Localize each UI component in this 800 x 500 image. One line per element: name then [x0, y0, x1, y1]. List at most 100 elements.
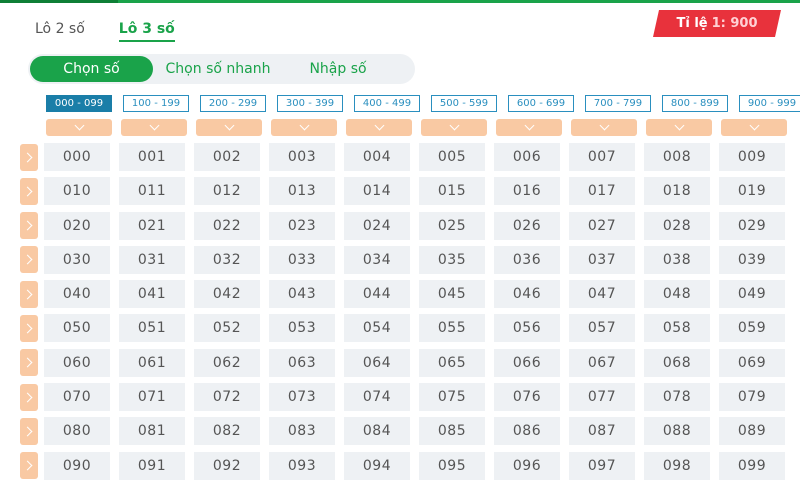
number-cell[interactable]: 016 — [494, 177, 560, 206]
number-cell[interactable]: 046 — [494, 280, 560, 309]
number-cell[interactable]: 005 — [419, 143, 485, 171]
number-cell[interactable]: 013 — [269, 177, 335, 206]
number-cell[interactable]: 040 — [44, 280, 110, 309]
number-cell[interactable]: 036 — [494, 245, 560, 274]
number-cell[interactable]: 087 — [569, 417, 635, 446]
range-button[interactable]: 800 - 899 — [662, 95, 728, 112]
number-cell[interactable]: 012 — [194, 177, 260, 206]
range-button[interactable]: 400 - 499 — [354, 95, 420, 112]
number-cell[interactable]: 078 — [644, 383, 710, 412]
number-cell[interactable]: 000 — [44, 143, 110, 171]
number-cell[interactable]: 049 — [719, 280, 785, 309]
number-cell[interactable]: 062 — [194, 348, 260, 377]
column-select-button[interactable] — [46, 119, 112, 136]
number-cell[interactable]: 035 — [419, 245, 485, 274]
row-select-button[interactable] — [20, 143, 38, 171]
tab-lo-3-so[interactable]: Lô 3 số — [118, 18, 175, 42]
number-cell[interactable]: 050 — [44, 314, 110, 343]
number-cell[interactable]: 086 — [494, 417, 560, 446]
tab-lo-2-so[interactable]: Lô 2 số — [35, 18, 85, 42]
number-cell[interactable]: 023 — [269, 211, 335, 240]
number-cell[interactable]: 069 — [719, 348, 785, 377]
number-cell[interactable]: 002 — [194, 143, 260, 171]
row-select-button[interactable] — [20, 383, 38, 411]
number-cell[interactable]: 031 — [119, 245, 185, 274]
number-cell[interactable]: 047 — [569, 280, 635, 309]
column-select-button[interactable] — [121, 119, 187, 136]
number-cell[interactable]: 034 — [344, 245, 410, 274]
number-cell[interactable]: 027 — [569, 211, 635, 240]
number-cell[interactable]: 081 — [119, 417, 185, 446]
number-cell[interactable]: 022 — [194, 211, 260, 240]
number-cell[interactable]: 018 — [644, 177, 710, 206]
number-cell[interactable]: 089 — [719, 417, 785, 446]
column-select-button[interactable] — [271, 119, 337, 136]
number-cell[interactable]: 065 — [419, 348, 485, 377]
mode-chon-so[interactable]: Chọn số — [30, 56, 153, 82]
number-cell[interactable]: 058 — [644, 314, 710, 343]
column-select-button[interactable] — [196, 119, 262, 136]
number-cell[interactable]: 071 — [119, 383, 185, 412]
row-select-button[interactable] — [20, 314, 38, 342]
number-cell[interactable]: 020 — [44, 211, 110, 240]
number-cell[interactable]: 083 — [269, 417, 335, 446]
column-select-button[interactable] — [346, 119, 412, 136]
number-cell[interactable]: 091 — [119, 451, 185, 480]
number-cell[interactable]: 054 — [344, 314, 410, 343]
number-cell[interactable]: 056 — [494, 314, 560, 343]
number-cell[interactable]: 007 — [569, 143, 635, 171]
range-button[interactable]: 100 - 199 — [123, 95, 189, 112]
number-cell[interactable]: 092 — [194, 451, 260, 480]
number-cell[interactable]: 052 — [194, 314, 260, 343]
number-cell[interactable]: 072 — [194, 383, 260, 412]
range-button[interactable]: 600 - 699 — [508, 95, 574, 112]
number-cell[interactable]: 043 — [269, 280, 335, 309]
range-button[interactable]: 000 - 099 — [46, 95, 112, 112]
number-cell[interactable]: 059 — [719, 314, 785, 343]
number-cell[interactable]: 042 — [194, 280, 260, 309]
number-cell[interactable]: 068 — [644, 348, 710, 377]
number-cell[interactable]: 096 — [494, 451, 560, 480]
column-select-button[interactable] — [496, 119, 562, 136]
number-cell[interactable]: 001 — [119, 143, 185, 171]
number-cell[interactable]: 030 — [44, 245, 110, 274]
range-button[interactable]: 200 - 299 — [200, 95, 266, 112]
number-cell[interactable]: 041 — [119, 280, 185, 309]
number-cell[interactable]: 008 — [644, 143, 710, 171]
number-cell[interactable]: 090 — [44, 451, 110, 480]
number-cell[interactable]: 044 — [344, 280, 410, 309]
number-cell[interactable]: 084 — [344, 417, 410, 446]
number-cell[interactable]: 048 — [644, 280, 710, 309]
range-button[interactable]: 500 - 599 — [431, 95, 497, 112]
number-cell[interactable]: 024 — [344, 211, 410, 240]
number-cell[interactable]: 077 — [569, 383, 635, 412]
row-select-button[interactable] — [20, 212, 38, 240]
number-cell[interactable]: 095 — [419, 451, 485, 480]
number-cell[interactable]: 015 — [419, 177, 485, 206]
number-cell[interactable]: 098 — [644, 451, 710, 480]
row-select-button[interactable] — [20, 280, 38, 308]
number-cell[interactable]: 026 — [494, 211, 560, 240]
number-cell[interactable]: 028 — [644, 211, 710, 240]
number-cell[interactable]: 009 — [719, 143, 785, 171]
column-select-button[interactable] — [571, 119, 637, 136]
number-cell[interactable]: 032 — [194, 245, 260, 274]
number-cell[interactable]: 063 — [269, 348, 335, 377]
number-cell[interactable]: 085 — [419, 417, 485, 446]
row-select-button[interactable] — [20, 246, 38, 274]
mode-nhap-so[interactable]: Nhập số — [283, 56, 393, 82]
number-cell[interactable]: 079 — [719, 383, 785, 412]
number-cell[interactable]: 045 — [419, 280, 485, 309]
number-cell[interactable]: 066 — [494, 348, 560, 377]
number-cell[interactable]: 061 — [119, 348, 185, 377]
number-cell[interactable]: 039 — [719, 245, 785, 274]
number-cell[interactable]: 017 — [569, 177, 635, 206]
number-cell[interactable]: 055 — [419, 314, 485, 343]
number-cell[interactable]: 067 — [569, 348, 635, 377]
number-cell[interactable]: 075 — [419, 383, 485, 412]
range-button[interactable]: 300 - 399 — [277, 95, 343, 112]
column-select-button[interactable] — [646, 119, 712, 136]
number-cell[interactable]: 080 — [44, 417, 110, 446]
mode-chon-so-nhanh[interactable]: Chọn số nhanh — [153, 56, 283, 82]
number-cell[interactable]: 011 — [119, 177, 185, 206]
